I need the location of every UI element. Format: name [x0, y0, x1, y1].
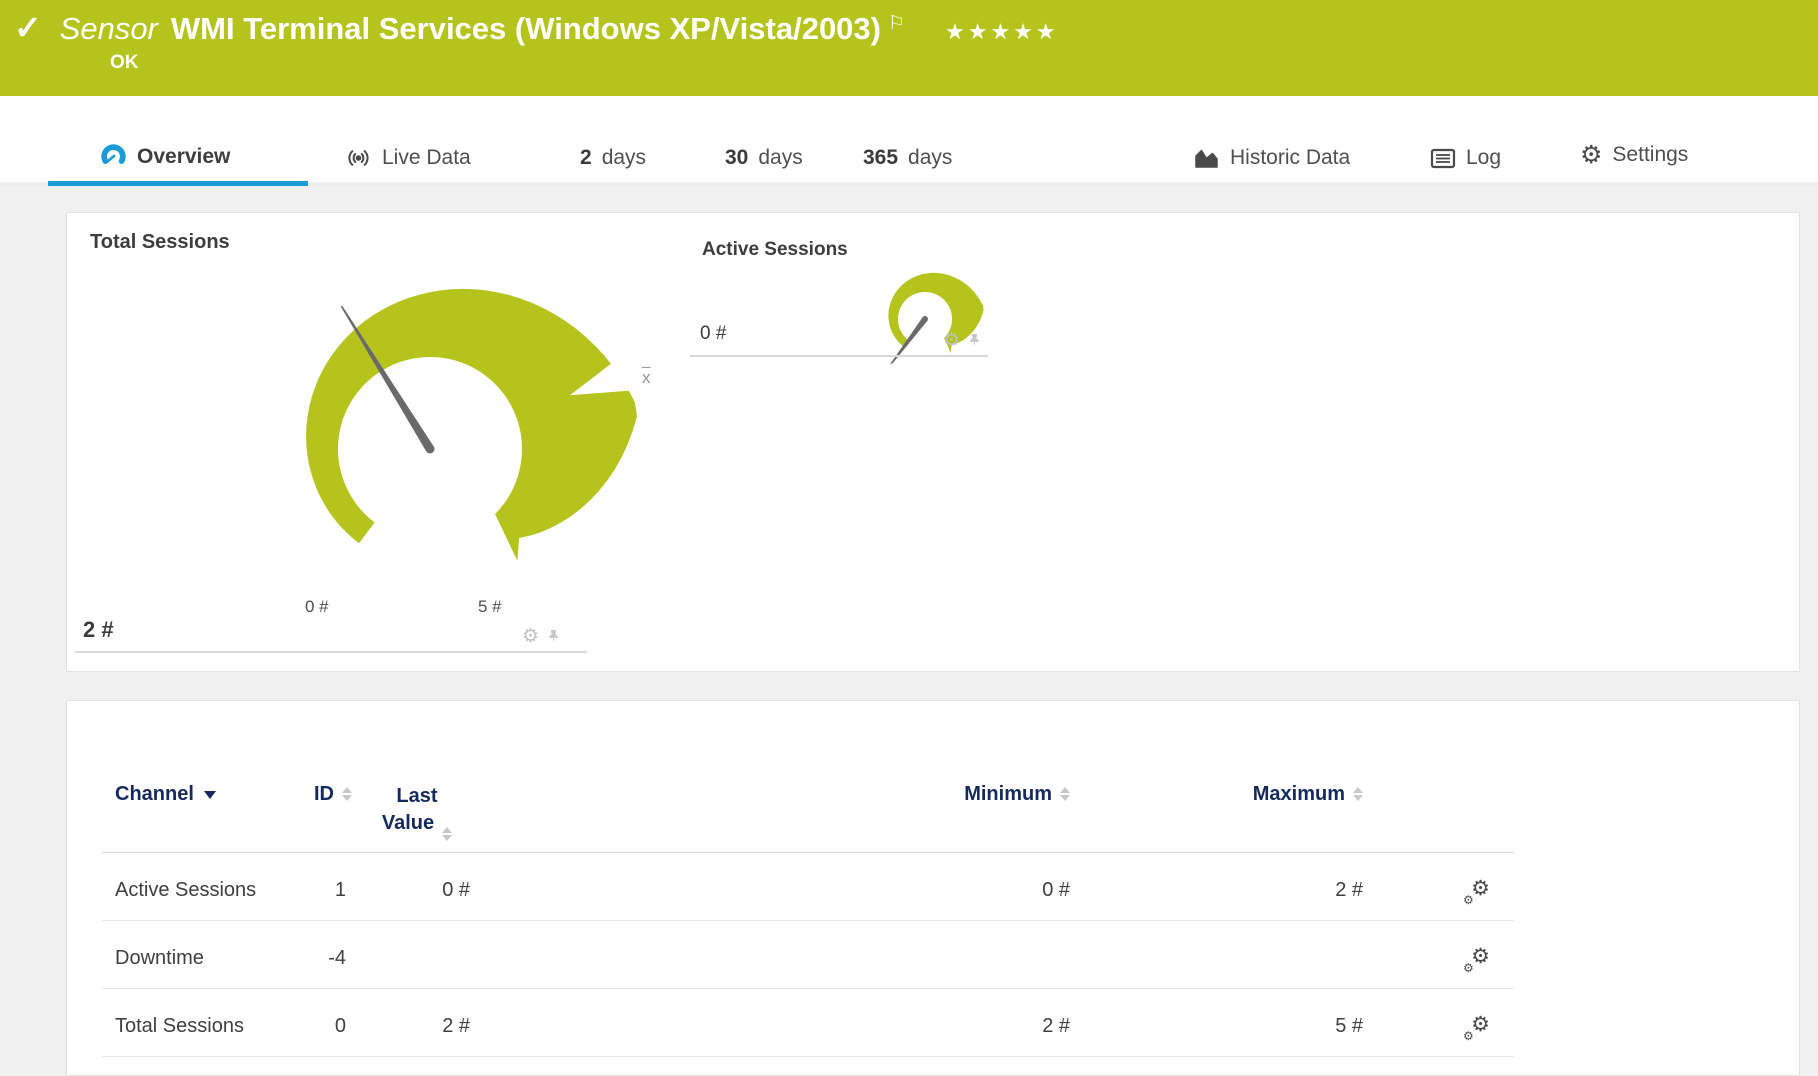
total-sessions-value: 2 # — [83, 617, 114, 643]
cell-id: 1 — [302, 853, 352, 921]
tab-label: days — [908, 146, 952, 170]
double-gear-icon[interactable]: ⚙⚙ — [1464, 879, 1490, 903]
gauge-min-label: 0 # — [305, 597, 329, 617]
cell-channel: Active Sessions — [102, 853, 302, 921]
tab-number: 30 — [725, 146, 748, 170]
channel-strip-underline — [75, 651, 587, 653]
tab-live-data[interactable]: Live Data — [345, 146, 471, 170]
active-tab-underline — [48, 181, 308, 186]
active-sessions-value: 0 # — [700, 323, 726, 345]
channel-gear-icon[interactable]: ⚙ — [522, 627, 539, 646]
tab-historic-data[interactable]: Historic Data — [1193, 146, 1350, 170]
gauge-icon — [100, 143, 127, 170]
tab-overview[interactable]: Overview — [100, 143, 230, 170]
broadcast-icon — [345, 146, 372, 170]
total-sessions-gauge-title: Total Sessions — [90, 231, 230, 254]
sort-arrows-icon[interactable] — [1060, 787, 1070, 801]
cell-maximum: 5 # — [1082, 989, 1377, 1057]
tab-bar: Overview Live Data 2 days 30 days 365 days Histo… — [0, 96, 1818, 186]
channel-strip-underline — [690, 355, 988, 357]
cell-last-value — [352, 921, 482, 989]
tab-settings[interactable]: ⚙ Settings — [1580, 140, 1688, 170]
tab-label: days — [602, 146, 646, 170]
col-header-actions — [1377, 769, 1514, 853]
channel-gear-icon[interactable]: ⚙ — [943, 331, 960, 350]
tab-label: Live Data — [382, 146, 471, 170]
cell-maximum — [1082, 921, 1377, 989]
active-sessions-gauge-title: Active Sessions — [702, 239, 848, 261]
sort-arrows-icon[interactable] — [342, 787, 352, 801]
cell-id: -4 — [302, 921, 352, 989]
double-gear-icon[interactable]: ⚙⚙ — [1464, 1015, 1490, 1039]
historic-icon — [1193, 146, 1220, 170]
cell-id: 0 — [302, 989, 352, 1057]
tab-log[interactable]: Log — [1430, 146, 1501, 170]
cell-minimum — [482, 921, 1082, 989]
tab-2-days[interactable]: 2 days — [580, 146, 646, 170]
tab-365-days[interactable]: 365 days — [863, 146, 952, 170]
sort-arrows-icon[interactable] — [1353, 787, 1363, 801]
channel-settings-button[interactable]: ⚙⚙ — [1377, 989, 1514, 1057]
cell-channel: Downtime — [102, 921, 302, 989]
cell-maximum: 2 # — [1082, 853, 1377, 921]
total-sessions-gauge — [253, 249, 715, 583]
tab-number: 2 — [580, 146, 592, 170]
col-header-maximum[interactable]: Maximum — [1082, 769, 1377, 853]
flag-icon[interactable]: ⚐ — [888, 12, 905, 35]
cell-last-value: 2 # — [352, 989, 482, 1057]
active-sessions-gauge — [853, 249, 1005, 377]
status-check-icon: ✓ — [14, 8, 42, 47]
channel-settings-button[interactable]: ⚙⚙ — [1377, 921, 1514, 989]
channel-table: ChannelIDLastValueMinimumMaximum Active S… — [102, 769, 1514, 1057]
gauge-max-label: 5 # — [478, 597, 502, 617]
cell-channel: Total Sessions — [102, 989, 302, 1057]
gauges-panel: Total Sessions x 2 # 0 # 5 # ⚙ Active Se… — [66, 212, 1800, 672]
tab-label: Log — [1466, 146, 1501, 170]
channels-panel: ChannelIDLastValueMinimumMaximum Active S… — [66, 700, 1800, 1076]
sensor-status-header: ✓ Sensor WMI Terminal Services (Windows … — [0, 0, 1818, 96]
priority-stars[interactable]: ★★★★★ — [945, 19, 1059, 45]
pin-icon[interactable] — [546, 628, 561, 645]
tab-label: Historic Data — [1230, 146, 1350, 170]
double-gear-icon[interactable]: ⚙⚙ — [1464, 947, 1490, 971]
log-icon — [1430, 147, 1456, 170]
sort-arrows-icon[interactable] — [442, 827, 452, 841]
sensor-type-label: Sensor — [60, 11, 158, 47]
sort-desc-icon — [204, 791, 216, 799]
col-header-id[interactable]: ID — [302, 769, 352, 853]
pin-icon[interactable] — [967, 332, 982, 349]
cell-last-value: 0 # — [352, 853, 482, 921]
tab-label: days — [758, 146, 802, 170]
tab-label: Overview — [137, 145, 230, 169]
tab-30-days[interactable]: 30 days — [725, 146, 803, 170]
cell-minimum: 2 # — [482, 989, 1082, 1057]
cell-minimum: 0 # — [482, 853, 1082, 921]
mean-marker-label: x — [642, 368, 651, 388]
settings-icon: ⚙ — [1580, 140, 1602, 170]
sensor-title: WMI Terminal Services (Windows XP/Vista/… — [171, 11, 881, 47]
col-header-minimum[interactable]: Minimum — [482, 769, 1082, 853]
tab-label: Settings — [1612, 143, 1688, 167]
col-header-channel[interactable]: Channel — [102, 769, 302, 853]
col-header-last-value[interactable]: LastValue — [352, 769, 482, 853]
status-text: OK — [110, 52, 139, 74]
channel-settings-button[interactable]: ⚙⚙ — [1377, 853, 1514, 921]
tab-number: 365 — [863, 146, 898, 170]
